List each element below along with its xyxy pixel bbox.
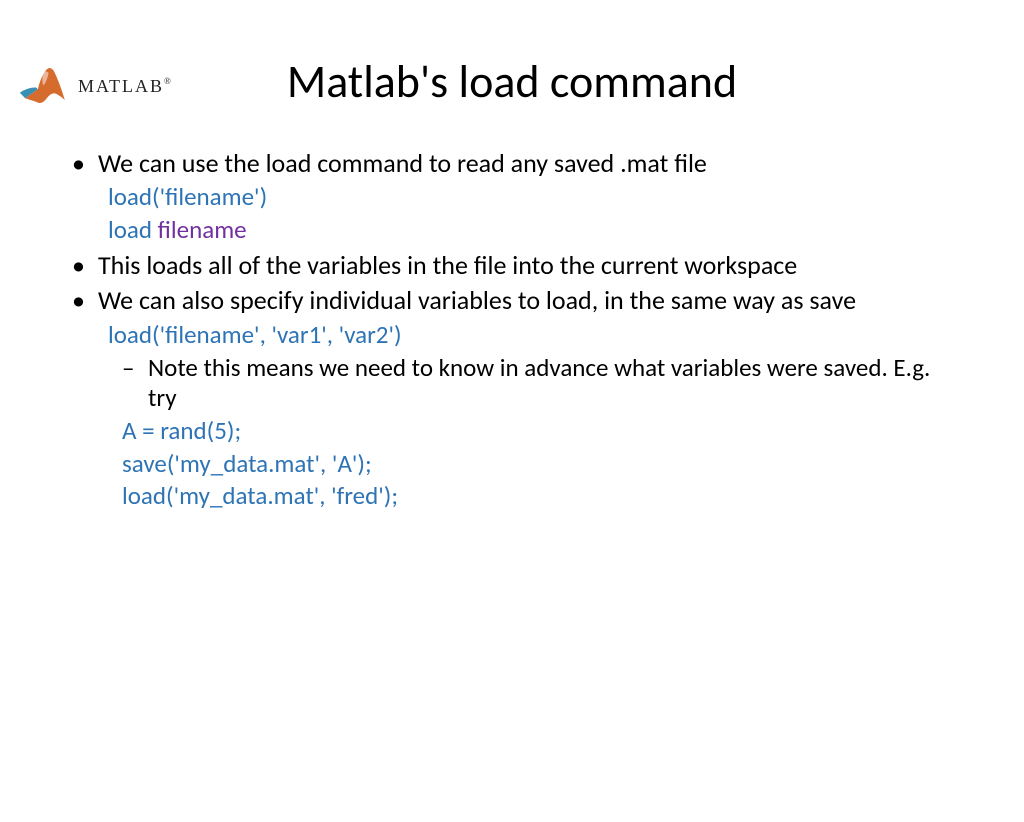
sub-note: Note this means we need to know in advan… bbox=[122, 353, 964, 413]
code-load-fred: load('my_data.mat', 'fred'); bbox=[122, 480, 964, 513]
code-load-vars: load('filename', 'var1', 'var2') bbox=[108, 319, 964, 352]
matlab-wordmark: MATLAB® bbox=[78, 76, 173, 97]
matlab-logo: MATLAB® bbox=[18, 64, 173, 109]
code-load-cmd: load filename bbox=[108, 214, 964, 247]
matlab-wave-icon bbox=[18, 64, 72, 109]
bullet-3-text: We can also specify individual variables… bbox=[98, 284, 856, 316]
bullet-2-text: This loads all of the variables in the f… bbox=[98, 249, 797, 281]
bullet-1: We can use the load command to read any … bbox=[72, 148, 964, 246]
sub-note-text: Note this means we need to know in advan… bbox=[148, 352, 930, 413]
slide-body: We can use the load command to read any … bbox=[72, 148, 964, 513]
code-save: save('my_data.mat', 'A'); bbox=[122, 448, 964, 481]
bullet-1-text: We can use the load command to read any … bbox=[98, 147, 707, 179]
bullet-2: This loads all of the variables in the f… bbox=[72, 250, 964, 281]
code-rand: A = rand(5); bbox=[122, 415, 964, 448]
bullet-3: We can also specify individual variables… bbox=[72, 285, 964, 512]
code-load-func: load('filename') bbox=[108, 181, 964, 214]
